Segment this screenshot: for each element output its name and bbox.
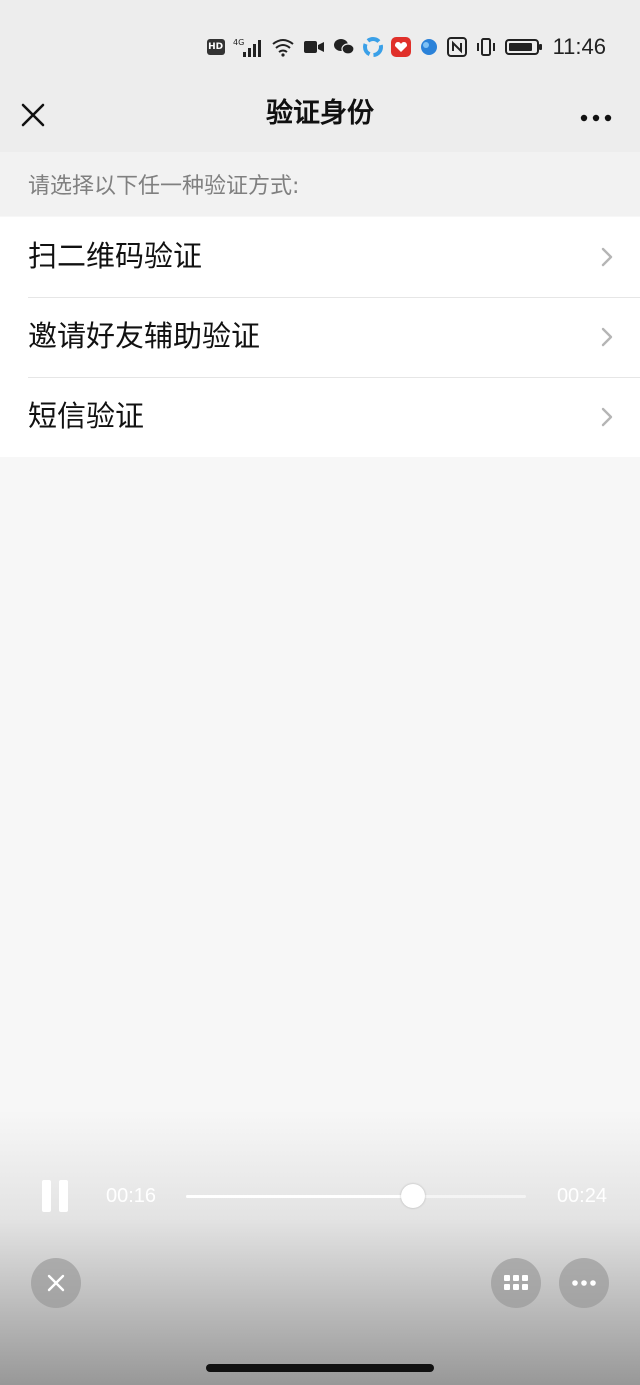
option-friend-assist[interactable]: 邀请好友辅助验证 xyxy=(0,297,640,377)
progress-fill xyxy=(186,1195,413,1198)
nav-bar: 验证身份 xyxy=(0,90,640,152)
option-scan-qr[interactable]: 扫二维码验证 xyxy=(0,217,640,297)
close-media-button[interactable] xyxy=(31,1258,81,1308)
status-time: 11:46 xyxy=(552,34,606,59)
chevron-right-icon xyxy=(601,407,613,427)
hd-icon: HD xyxy=(206,39,225,55)
option-label: 扫二维码验证 xyxy=(28,239,203,273)
pause-button[interactable] xyxy=(40,1180,70,1212)
chevron-right-icon xyxy=(601,327,613,347)
hint-section: 请选择以下任一种验证方式: xyxy=(0,152,640,216)
progress-slider[interactable] xyxy=(186,1184,526,1208)
progress-thumb[interactable] xyxy=(400,1184,425,1208)
battery-fill xyxy=(508,43,532,51)
page-title: 验证身份 xyxy=(266,98,374,129)
wifi-icon xyxy=(271,37,295,57)
app-icon xyxy=(390,37,411,57)
option-sms[interactable]: 短信验证 xyxy=(0,377,640,457)
screen: HD 4G 11:46 验证身份 请选择以下任一种验证方式: 扫二维码验证 邀请… xyxy=(0,0,640,1385)
more-icon xyxy=(580,114,612,122)
signal-icon: 4G xyxy=(233,37,263,57)
vibrate-icon xyxy=(475,37,497,57)
status-bar: HD 4G 11:46 xyxy=(0,0,640,90)
status-icons: HD 4G 11:46 xyxy=(206,34,606,60)
battery-icon xyxy=(504,39,542,55)
video-icon xyxy=(303,39,325,55)
home-indicator[interactable] xyxy=(206,1364,434,1372)
pause-icon xyxy=(42,1180,51,1212)
pause-icon xyxy=(59,1180,68,1212)
grid-button[interactable] xyxy=(491,1258,541,1308)
current-time: 00:16 xyxy=(106,1185,157,1207)
wechat-icon xyxy=(333,38,355,56)
grid-icon xyxy=(504,1275,528,1290)
chevron-right-icon xyxy=(601,247,613,267)
svg-text:4G: 4G xyxy=(233,38,244,47)
close-icon xyxy=(47,1274,65,1292)
option-label: 短信验证 xyxy=(28,399,145,433)
media-overlay xyxy=(0,1110,640,1385)
verification-options: 扫二维码验证 邀请好友辅助验证 短信验证 xyxy=(0,217,640,457)
more-icon xyxy=(572,1280,596,1286)
nfc-icon xyxy=(446,37,467,57)
app-icon xyxy=(419,37,439,57)
more-media-button[interactable] xyxy=(559,1258,609,1308)
more-button[interactable] xyxy=(580,108,612,122)
total-time: 00:24 xyxy=(556,1185,607,1207)
hint-text: 请选择以下任一种验证方式: xyxy=(28,174,300,199)
app-icon xyxy=(362,37,383,57)
option-label: 邀请好友辅助验证 xyxy=(28,319,261,353)
